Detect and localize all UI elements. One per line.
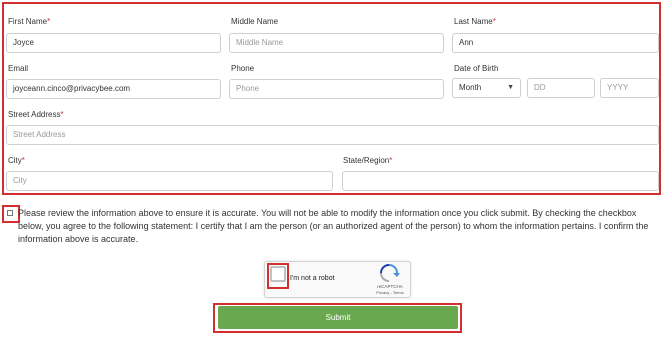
dob-day-input[interactable]: DD [527, 78, 595, 98]
last-name-label: Last Name* [454, 17, 496, 26]
recaptcha-label: I'm not a robot [290, 275, 335, 282]
phone-input[interactable]: Phone [229, 79, 444, 99]
dob-month-select[interactable]: Month ▼ [452, 78, 521, 98]
city-label: City* [8, 156, 25, 165]
chevron-down-icon: ▼ [507, 84, 514, 91]
recaptcha-links[interactable]: Privacy - Terms [370, 290, 410, 295]
email-input[interactable]: joyceann.cinco@privacybee.com [6, 79, 221, 99]
recaptcha-logo-icon [380, 264, 400, 282]
dob-year-input[interactable]: YYYY [600, 78, 659, 98]
city-input[interactable]: City [6, 171, 333, 191]
state-region-label: State/Region* [343, 156, 393, 165]
street-address-label: Street Address* [8, 110, 64, 119]
submit-button[interactable]: Submit [218, 306, 458, 329]
first-name-label: First Name* [8, 17, 51, 26]
recaptcha-checkbox[interactable] [270, 266, 286, 282]
email-label: Email [8, 64, 29, 73]
street-address-input[interactable]: Street Address [6, 125, 659, 145]
state-region-input[interactable] [342, 171, 659, 191]
last-name-input[interactable]: Ann [452, 33, 659, 53]
consent-checkbox[interactable] [7, 210, 13, 216]
consent-notice-text: Please review the information above to e… [18, 208, 649, 244]
first-name-input[interactable]: Joyce [6, 33, 221, 53]
middle-name-input[interactable]: Middle Name [229, 33, 444, 53]
recaptcha-brand: reCAPTCHA [377, 284, 403, 289]
dob-month-value: Month [459, 83, 482, 92]
phone-label: Phone [231, 64, 255, 73]
middle-name-label: Middle Name [231, 17, 279, 26]
dob-label: Date of Birth [454, 64, 499, 73]
